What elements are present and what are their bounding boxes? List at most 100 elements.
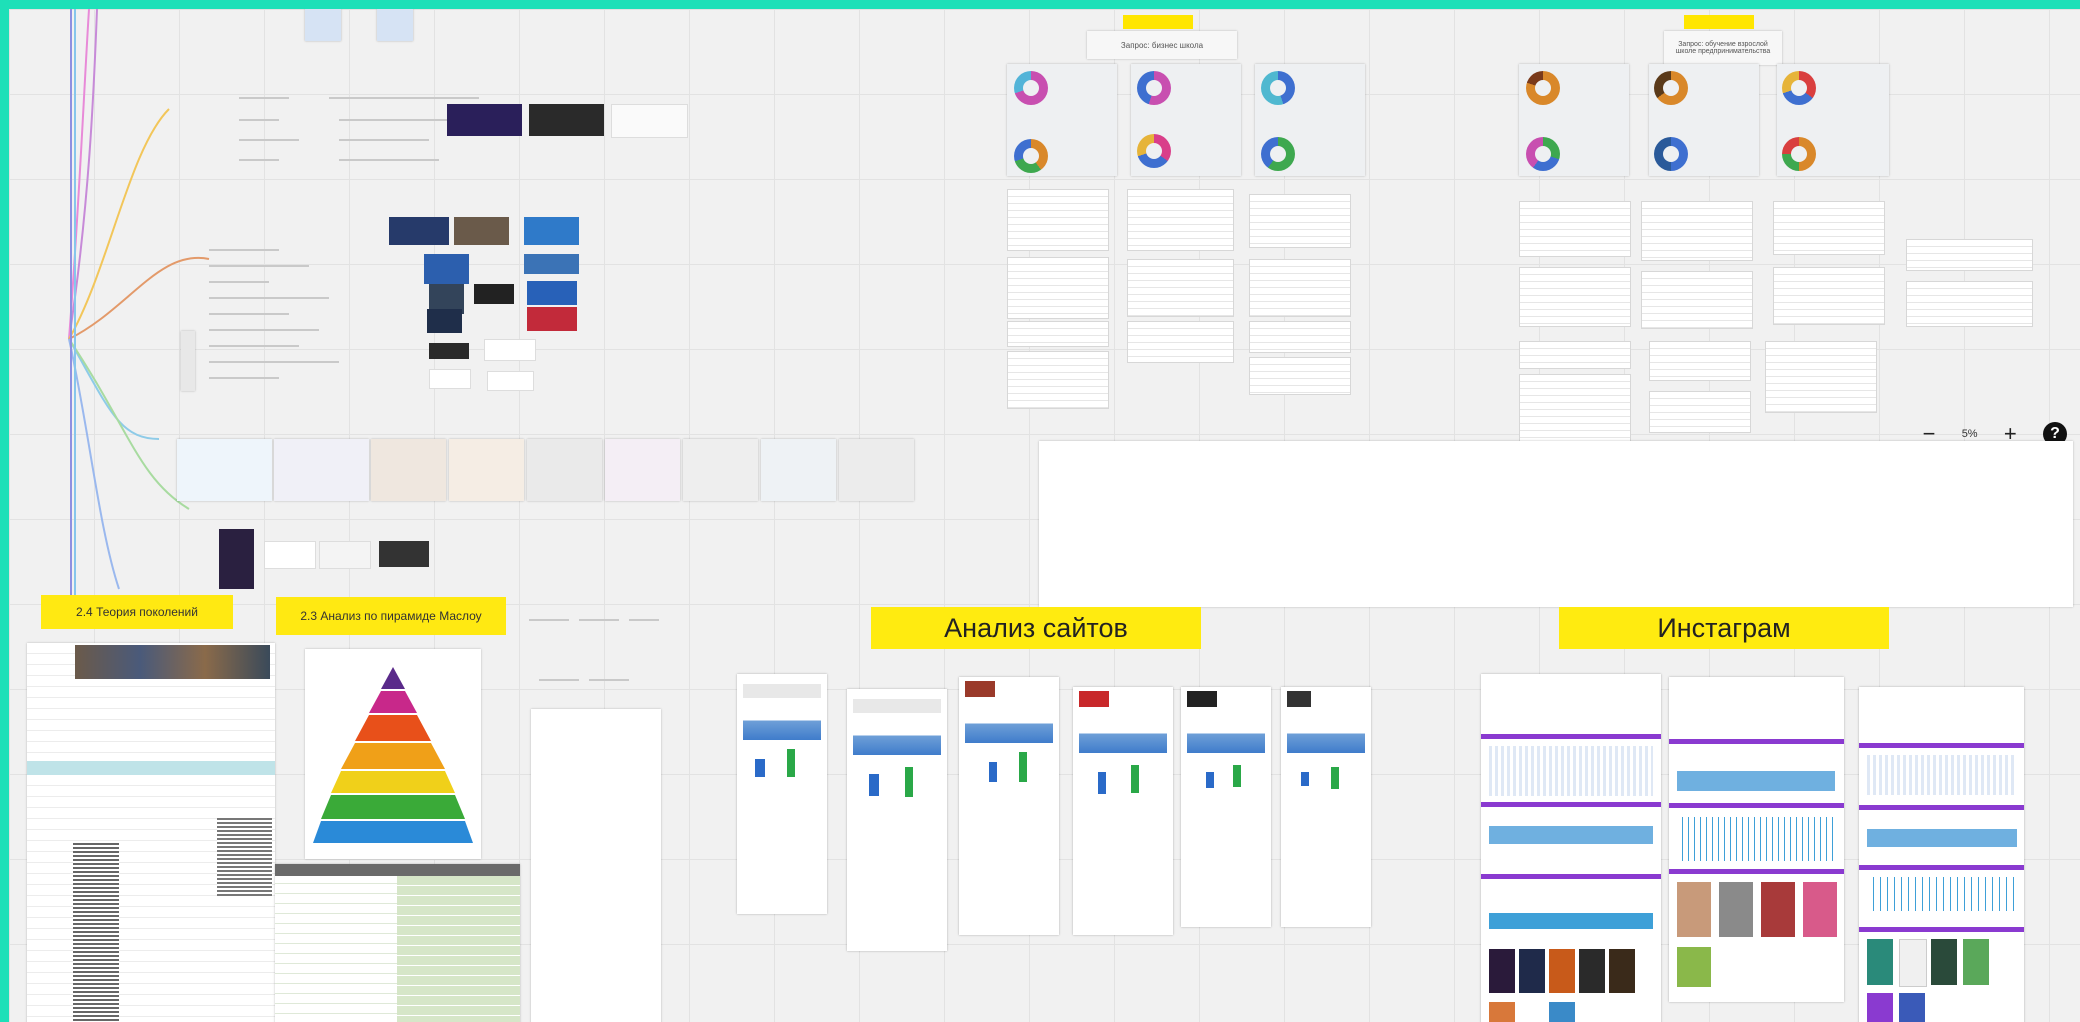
sticky-instagram[interactable]: Инстаграм: [1559, 607, 1889, 649]
survey-table[interactable]: [1519, 374, 1631, 446]
screenshot-image[interactable]: [319, 541, 371, 569]
tag-label[interactable]: [1684, 15, 1754, 29]
screenshot-image[interactable]: [429, 343, 469, 359]
site-analytics-card[interactable]: [1281, 687, 1371, 927]
note-line[interactable]: [579, 619, 619, 621]
survey-table[interactable]: [1649, 391, 1751, 433]
whiteboard-canvas[interactable]: Запрос: бизнес школа Запрос: обучение вз…: [9, 9, 2080, 1022]
sticky-maslow[interactable]: 2.3 Анализ по пирамиде Маслоу: [276, 597, 506, 635]
mind-map-node[interactable]: [239, 119, 279, 121]
screenshot-image[interactable]: [474, 284, 514, 304]
sticky-site-analysis[interactable]: Анализ сайтов: [871, 607, 1201, 649]
screenshot-image[interactable]: [379, 541, 429, 567]
survey-table[interactable]: [1519, 341, 1631, 369]
mind-map-node[interactable]: [209, 249, 279, 251]
survey-table[interactable]: [1007, 189, 1109, 251]
screenshot-image[interactable]: [219, 529, 254, 589]
survey-table[interactable]: [1641, 201, 1753, 261]
screenshot-image[interactable]: [389, 217, 449, 245]
mind-map-node[interactable]: [239, 139, 299, 141]
screenshot-image[interactable]: [527, 281, 577, 305]
instagram-analytics-card[interactable]: [1481, 674, 1661, 1022]
profile-card[interactable]: [605, 439, 680, 501]
survey-table[interactable]: [1127, 259, 1234, 317]
profile-card[interactable]: [839, 439, 914, 501]
survey-table[interactable]: [1249, 357, 1351, 395]
note-line[interactable]: [589, 679, 629, 681]
survey-table[interactable]: [1906, 239, 2033, 271]
survey-table[interactable]: [1649, 341, 1751, 381]
profile-card[interactable]: [274, 439, 369, 501]
maslow-pyramid-image[interactable]: [305, 649, 481, 859]
survey-table[interactable]: [1127, 321, 1234, 363]
survey-table[interactable]: [1007, 321, 1109, 347]
screenshot-image[interactable]: [524, 254, 579, 274]
blank-frame[interactable]: [1039, 441, 2073, 607]
survey-table[interactable]: [1519, 267, 1631, 327]
screenshot-image[interactable]: [429, 369, 471, 389]
site-analytics-card[interactable]: [737, 674, 827, 914]
profile-card[interactable]: [683, 439, 758, 501]
survey-table[interactable]: [1249, 194, 1351, 248]
survey-table[interactable]: [1249, 321, 1351, 353]
note-line[interactable]: [539, 679, 579, 681]
survey-table[interactable]: [1249, 259, 1351, 317]
survey-table[interactable]: [1127, 189, 1234, 251]
mini-card[interactable]: [377, 9, 413, 41]
mind-map-node[interactable]: [209, 361, 339, 363]
site-analytics-card[interactable]: [1073, 687, 1173, 935]
screenshot-image[interactable]: [424, 254, 469, 284]
screenshot-image[interactable]: [484, 339, 536, 361]
note-line[interactable]: [629, 619, 659, 621]
screenshot-image[interactable]: [264, 541, 316, 569]
mind-map-node[interactable]: [209, 297, 329, 299]
survey-table[interactable]: [1765, 341, 1877, 413]
site-analytics-card[interactable]: [959, 677, 1059, 935]
maslow-table[interactable]: [275, 864, 520, 1022]
mind-map-node[interactable]: [239, 159, 279, 161]
mind-map-node[interactable]: [329, 97, 479, 99]
survey-table[interactable]: [1007, 257, 1109, 319]
site-analytics-card[interactable]: [847, 689, 947, 951]
profile-card[interactable]: [761, 439, 836, 501]
mini-card[interactable]: [305, 9, 341, 41]
mind-map-node[interactable]: [209, 377, 279, 379]
screenshot-image[interactable]: [524, 217, 579, 245]
mind-map-node[interactable]: [239, 97, 289, 99]
screenshot-image[interactable]: [454, 217, 509, 245]
profile-card[interactable]: [177, 439, 272, 501]
profile-card[interactable]: [527, 439, 602, 501]
profile-card[interactable]: [449, 439, 524, 501]
sticky-generations[interactable]: 2.4 Теория поколений: [41, 595, 233, 629]
profile-card[interactable]: [371, 439, 446, 501]
mind-map-node[interactable]: [339, 139, 429, 141]
site-analytics-card[interactable]: [1181, 687, 1271, 927]
survey-table[interactable]: [1641, 271, 1753, 329]
mind-map-node[interactable]: [339, 159, 439, 161]
instagram-analytics-card[interactable]: [1859, 687, 2024, 1022]
instagram-analytics-card[interactable]: [1669, 677, 1844, 1002]
screenshot-image[interactable]: [527, 307, 577, 331]
blank-card[interactable]: [531, 709, 661, 1022]
screenshot-image[interactable]: [447, 104, 522, 136]
screenshot-image[interactable]: [529, 104, 604, 136]
mind-map-node[interactable]: [209, 329, 319, 331]
mind-map-node[interactable]: [339, 119, 449, 121]
screenshot-image[interactable]: [611, 104, 688, 138]
tag-label[interactable]: [1123, 15, 1193, 29]
request-title-education[interactable]: Запрос: обучение взрослой школе предприн…: [1664, 31, 1782, 65]
mind-map-node[interactable]: [209, 313, 289, 315]
survey-table[interactable]: [1773, 267, 1885, 325]
mind-map-node[interactable]: [209, 345, 299, 347]
note-line[interactable]: [529, 619, 569, 621]
mind-map-node[interactable]: [209, 265, 309, 267]
mind-map-node[interactable]: [209, 281, 269, 283]
screenshot-image[interactable]: [487, 371, 534, 391]
survey-table[interactable]: [1906, 281, 2033, 327]
generations-table[interactable]: [27, 643, 275, 1022]
survey-table[interactable]: [1773, 201, 1885, 255]
survey-table[interactable]: [1519, 201, 1631, 257]
request-title-business-school[interactable]: Запрос: бизнес школа: [1087, 31, 1237, 59]
screenshot-image[interactable]: [427, 309, 462, 333]
mind-map-node[interactable]: [181, 331, 195, 391]
